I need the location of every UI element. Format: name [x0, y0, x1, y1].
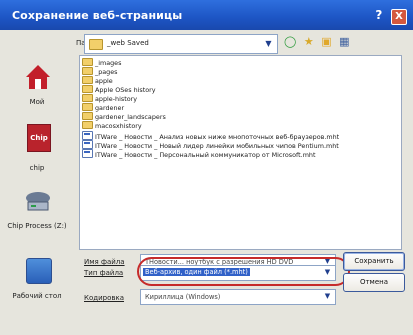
- place-label: Мой: [29, 98, 45, 106]
- list-item[interactable]: gardener_landscapers: [82, 112, 166, 121]
- folder-icon: [82, 121, 93, 129]
- title-buttons: ? X: [371, 7, 407, 25]
- place-my-documents[interactable]: Мой: [4, 64, 70, 114]
- window-title: Сохранение веб-страницы: [12, 9, 183, 22]
- list-item[interactable]: _images: [82, 58, 121, 67]
- close-button[interactable]: X: [391, 9, 407, 25]
- places-bar: Мой Chip chip Chip Process (Z:) Рабочий …: [4, 52, 70, 330]
- folder-icon: [82, 58, 93, 66]
- lookin-dropdown[interactable]: _web Saved ▼: [84, 34, 278, 54]
- lookin-value: _web Saved: [107, 39, 149, 47]
- folder-icon: [82, 94, 93, 102]
- chip-icon: Chip: [27, 124, 51, 152]
- filetype-label: Тип файла: [84, 269, 124, 277]
- folder-icon: [82, 85, 93, 93]
- folder-icon: [82, 112, 93, 120]
- encoding-select[interactable]: Кириллица (Windows) ▼: [140, 289, 336, 305]
- desktop-icon: [26, 258, 52, 284]
- up-folder-icon[interactable]: ★: [304, 35, 314, 48]
- list-item[interactable]: macosxhistory: [82, 121, 142, 130]
- chevron-down-icon[interactable]: ▼: [262, 37, 275, 50]
- list-item[interactable]: ITWare _ Новости _ Персональный коммуник…: [82, 149, 315, 159]
- folder-icon: [89, 39, 103, 50]
- folder-icon: [82, 103, 93, 111]
- web-archive-icon: [82, 131, 93, 140]
- list-item[interactable]: apple: [82, 76, 113, 85]
- help-button[interactable]: ?: [371, 7, 387, 23]
- web-archive-icon: [82, 149, 93, 158]
- new-folder-icon[interactable]: ▣: [321, 35, 331, 48]
- list-item[interactable]: apple-history: [82, 94, 137, 103]
- web-archive-icon: [82, 140, 93, 149]
- computer-icon: [26, 192, 50, 211]
- list-item[interactable]: _pages: [82, 67, 118, 76]
- list-item[interactable]: ITWare _ Новости _ Новый лидер линейки м…: [82, 140, 339, 150]
- nav-toolbar: ◯ ★ ▣ ▦: [284, 35, 354, 51]
- cancel-button[interactable]: Отмена: [343, 273, 405, 292]
- save-button[interactable]: Сохранить: [343, 252, 405, 271]
- file-list[interactable]: _images _pages apple Apple OSes history …: [79, 55, 402, 250]
- views-menu-icon[interactable]: ▦: [339, 35, 349, 48]
- encoding-value: Кириллица (Windows): [145, 293, 221, 301]
- back-icon[interactable]: ◯: [284, 35, 296, 48]
- chevron-down-icon[interactable]: ▼: [322, 290, 333, 302]
- place-label: Chip Process (Z:): [7, 222, 67, 230]
- title-bar: Сохранение веб-страницы ? X: [0, 0, 413, 30]
- place-desktop[interactable]: Рабочий стол: [4, 258, 70, 308]
- encoding-label: Кодировка: [84, 294, 125, 302]
- place-chip-process[interactable]: Chip Process (Z:): [4, 190, 70, 246]
- list-item[interactable]: ITWare _ Новости _ Анализ новых ниже мно…: [82, 131, 339, 141]
- highlight-annotation: [137, 257, 350, 286]
- place-label: chip: [29, 164, 45, 172]
- place-chip[interactable]: Chip chip: [4, 124, 70, 174]
- folder-icon: [82, 76, 93, 84]
- list-item[interactable]: Apple OSes history: [82, 85, 156, 94]
- folder-icon: [82, 67, 93, 75]
- filename-label: Имя файла: [84, 258, 125, 266]
- place-label: Рабочий стол: [12, 292, 62, 300]
- home-icon: [26, 65, 50, 89]
- list-item[interactable]: gardener: [82, 103, 124, 112]
